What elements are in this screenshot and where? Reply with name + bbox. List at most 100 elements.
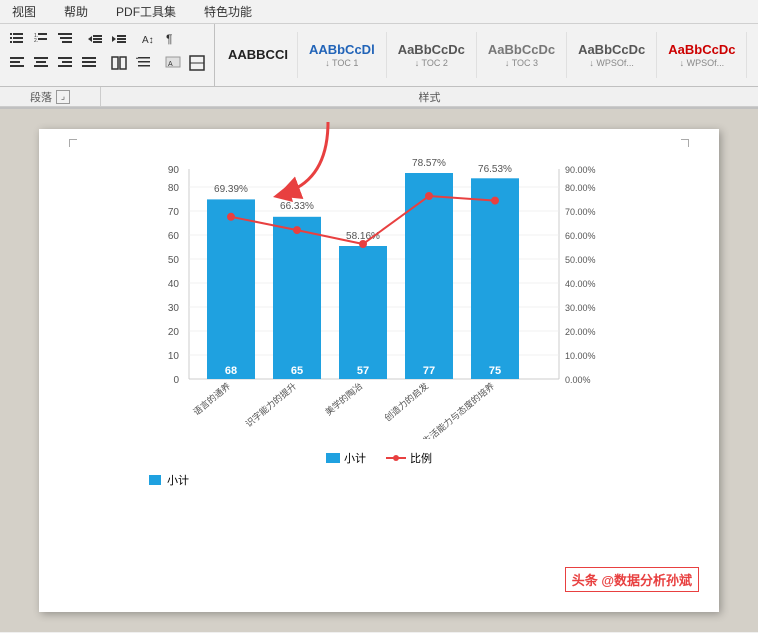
dot-3 bbox=[359, 240, 367, 248]
styles-divider-1 bbox=[297, 32, 298, 78]
svg-text:90: 90 bbox=[168, 165, 180, 176]
menu-bar: 视图 帮助 PDF工具集 特色功能 bbox=[0, 0, 758, 24]
svg-text:70: 70 bbox=[168, 207, 180, 218]
svg-text:70.00%: 70.00% bbox=[565, 207, 596, 217]
svg-text:40.00%: 40.00% bbox=[565, 279, 596, 289]
menu-view[interactable]: 视图 bbox=[8, 1, 40, 22]
chart-container: 0 10 20 30 40 50 60 70 80 90 0.00% 10.00… bbox=[129, 159, 629, 488]
svg-text:A↕: A↕ bbox=[142, 35, 154, 46]
ribbon-main: 1.2. A↕ ¶ bbox=[0, 24, 758, 87]
section-labels-row: 段落 ⌟ 样式 bbox=[0, 87, 758, 107]
style-wps2[interactable]: AaBbCcDc ↓ WPSOf... bbox=[659, 28, 744, 82]
show-hide-btn[interactable]: ¶ bbox=[162, 28, 184, 50]
style-wps1-label: ↓ WPSOf... bbox=[589, 58, 634, 68]
paragraph-label: 段落 bbox=[30, 89, 52, 105]
list-bullet-btn[interactable] bbox=[6, 28, 28, 50]
bar-1 bbox=[207, 199, 255, 379]
styles-label: 样式 bbox=[419, 89, 441, 105]
indent-increase-btn[interactable] bbox=[108, 28, 130, 50]
style-toc2-label: ↓ TOC 2 bbox=[415, 58, 448, 68]
style-wps1[interactable]: AaBbCcDc ↓ WPSOf... bbox=[569, 28, 654, 82]
column-btn[interactable] bbox=[108, 52, 130, 74]
style-wps2-label: ↓ WPSOf... bbox=[680, 58, 725, 68]
menu-pdf-tools[interactable]: PDF工具集 bbox=[112, 1, 180, 22]
xlabel-5: 生活能力与态度的培养 bbox=[420, 380, 496, 439]
legend-label-line: 比例 bbox=[410, 450, 432, 466]
corner-mark-tr bbox=[681, 139, 689, 147]
svg-text:57: 57 bbox=[357, 365, 369, 377]
svg-text:¶: ¶ bbox=[166, 32, 172, 46]
svg-text:20: 20 bbox=[168, 327, 180, 338]
dot-5 bbox=[491, 197, 499, 205]
svg-text:76.53%: 76.53% bbox=[478, 164, 512, 175]
svg-text:0.00%: 0.00% bbox=[565, 375, 591, 385]
legend-item-line: 比例 bbox=[386, 450, 432, 466]
border-btn[interactable] bbox=[186, 52, 208, 74]
line-spacing-btn[interactable] bbox=[132, 52, 154, 74]
sort-btn[interactable]: A↕ bbox=[138, 28, 160, 50]
indent-decrease-btn[interactable] bbox=[84, 28, 106, 50]
dot-4 bbox=[425, 192, 433, 200]
ribbon: 1.2. A↕ ¶ bbox=[0, 24, 758, 109]
style-wps1-preview: AaBbCcDc bbox=[578, 42, 645, 57]
svg-text:66.33%: 66.33% bbox=[280, 201, 314, 212]
svg-text:68: 68 bbox=[225, 365, 237, 377]
svg-text:78.57%: 78.57% bbox=[412, 159, 446, 169]
align-right-btn[interactable] bbox=[54, 52, 76, 74]
xlabel-4: 创造力的启发 bbox=[382, 380, 430, 423]
ribbon-row-bottom: A bbox=[6, 52, 208, 74]
sub-legend: 小计 bbox=[129, 472, 629, 488]
svg-text:90.00%: 90.00% bbox=[565, 165, 596, 175]
styles-divider-4 bbox=[566, 32, 567, 78]
style-toc3[interactable]: AaBbCcDc ↓ TOC 3 bbox=[479, 28, 564, 82]
menu-help[interactable]: 帮助 bbox=[60, 1, 92, 22]
style-toc1[interactable]: AABbCcDl ↓ TOC 1 bbox=[300, 28, 384, 82]
svg-text:50: 50 bbox=[168, 255, 180, 266]
list-number-btn[interactable]: 1.2. bbox=[30, 28, 52, 50]
shading-btn[interactable]: A bbox=[162, 52, 184, 74]
legend-label-bar: 小计 bbox=[344, 450, 366, 466]
dot-1 bbox=[227, 213, 235, 221]
xlabel-3: 美学的陶冶 bbox=[323, 380, 365, 417]
svg-text:75: 75 bbox=[489, 365, 501, 377]
svg-text:10.00%: 10.00% bbox=[565, 351, 596, 361]
sub-legend-label: 小计 bbox=[167, 472, 189, 488]
styles-divider-6 bbox=[746, 32, 747, 78]
bar-5 bbox=[471, 178, 519, 379]
dot-2 bbox=[293, 226, 301, 234]
ribbon-left-section: 1.2. A↕ ¶ bbox=[0, 24, 215, 86]
style-normal[interactable]: AABBCCI bbox=[221, 28, 295, 82]
justify-btn[interactable] bbox=[78, 52, 100, 74]
svg-text:2.: 2. bbox=[34, 38, 38, 44]
legend-line-red bbox=[386, 457, 406, 459]
bar-3 bbox=[339, 246, 387, 379]
legend-item-bar: 小计 bbox=[326, 450, 366, 466]
style-toc2-preview: AaBbCcDc bbox=[398, 42, 465, 57]
sub-legend-box bbox=[149, 475, 161, 485]
svg-text:60.00%: 60.00% bbox=[565, 231, 596, 241]
svg-text:0: 0 bbox=[173, 375, 179, 386]
svg-text:80: 80 bbox=[168, 183, 180, 194]
svg-text:10: 10 bbox=[168, 351, 180, 362]
watermark: 头条 @数据分析孙斌 bbox=[565, 567, 699, 592]
style-toc2[interactable]: AaBbCcDc ↓ TOC 2 bbox=[389, 28, 474, 82]
styles-row: AABBCCI AABbCcDl ↓ TOC 1 AaBbCcDc ↓ TOC … bbox=[221, 28, 758, 82]
ribbon-row-top: 1.2. A↕ ¶ bbox=[6, 28, 208, 50]
paragraph-expand-btn[interactable]: ⌟ bbox=[56, 90, 70, 104]
style-toc1-label: ↓ TOC 1 bbox=[325, 58, 358, 68]
chart-svg: 0 10 20 30 40 50 60 70 80 90 0.00% 10.00… bbox=[129, 159, 629, 439]
style-wps3[interactable]: AaBbCcDc ↓ WPSOf... bbox=[749, 28, 758, 82]
style-wps2-preview: AaBbCcDc bbox=[668, 42, 735, 57]
style-toc1-preview: AABbCcDl bbox=[309, 42, 375, 57]
svg-text:80.00%: 80.00% bbox=[565, 183, 596, 193]
outline-btn[interactable] bbox=[54, 28, 76, 50]
style-normal-preview: AABBCCI bbox=[228, 47, 288, 62]
align-center-btn[interactable] bbox=[30, 52, 52, 74]
align-left-btn[interactable] bbox=[6, 52, 28, 74]
menu-special[interactable]: 特色功能 bbox=[200, 1, 256, 22]
svg-text:77: 77 bbox=[423, 365, 435, 377]
svg-text:20.00%: 20.00% bbox=[565, 327, 596, 337]
document-page: 0 10 20 30 40 50 60 70 80 90 0.00% 10.00… bbox=[39, 129, 719, 612]
ribbon-styles-section: AABBCCI AABbCcDl ↓ TOC 1 AaBbCcDc ↓ TOC … bbox=[215, 24, 758, 86]
bar-2 bbox=[273, 217, 321, 379]
